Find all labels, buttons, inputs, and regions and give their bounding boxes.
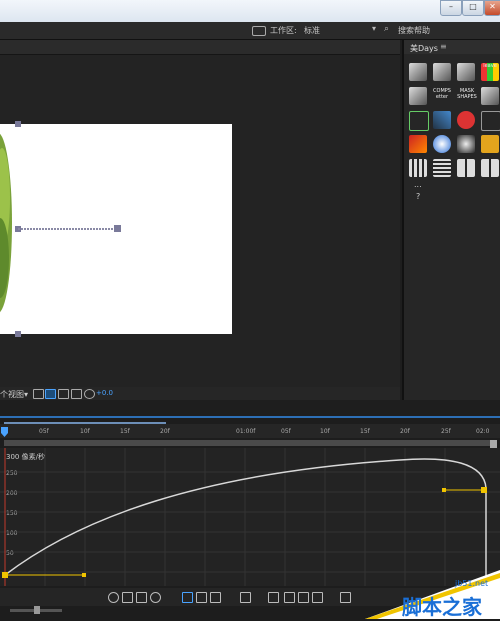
maximize-button[interactable]: □ bbox=[462, 0, 484, 16]
graph-gridlines bbox=[0, 448, 500, 586]
panel-menu-icon[interactable]: ≡ bbox=[440, 42, 447, 51]
minimize-button[interactable]: – bbox=[440, 0, 462, 16]
tool-diamond-icon[interactable] bbox=[457, 63, 475, 81]
fit-selection-icon[interactable] bbox=[182, 592, 193, 603]
zoom-icon[interactable] bbox=[210, 592, 221, 603]
tool-diamond-icon[interactable] bbox=[481, 87, 499, 105]
bezier-handle[interactable] bbox=[442, 488, 446, 492]
workspace-select[interactable]: 标准 bbox=[304, 25, 320, 36]
transform-handle[interactable] bbox=[15, 121, 21, 127]
layer-overlay bbox=[0, 121, 121, 337]
text-tool-icon[interactable] bbox=[481, 111, 500, 131]
panel-tab-label: 美Days bbox=[410, 44, 438, 53]
snap-icon[interactable] bbox=[150, 592, 161, 603]
comps-tool-label[interactable]: COMPS etter bbox=[430, 88, 454, 100]
ruler-tick-label: 20f bbox=[160, 428, 170, 435]
grid-tool-icon[interactable] bbox=[481, 159, 499, 177]
maximize-icon: □ bbox=[469, 2, 477, 11]
more-tools-label[interactable]: ... bbox=[414, 180, 422, 189]
grid-toggle-icon[interactable] bbox=[45, 389, 56, 399]
keyframe-marker[interactable] bbox=[2, 572, 8, 578]
show-snapshot-icon[interactable] bbox=[71, 389, 82, 399]
close-icon: ✕ bbox=[489, 2, 496, 11]
ruler-tick-label: 10f bbox=[320, 428, 330, 435]
mask-shapes-tool-label[interactable]: MASK SHAPES bbox=[455, 88, 479, 100]
linear-keyframe-icon[interactable] bbox=[298, 592, 309, 603]
folder-tool-icon[interactable] bbox=[481, 135, 499, 153]
color-tool-icon[interactable] bbox=[409, 135, 427, 153]
spin-tool-icon[interactable] bbox=[457, 111, 475, 129]
easy-ease-icon[interactable] bbox=[340, 592, 351, 603]
rows-tool-icon[interactable] bbox=[433, 159, 451, 177]
anchor-point-handle[interactable] bbox=[114, 225, 121, 232]
work-area-range[interactable] bbox=[4, 440, 490, 446]
ruler-tick-label: 05f bbox=[281, 428, 291, 435]
tool-diamond-icon[interactable] bbox=[409, 87, 427, 105]
minimize-icon: – bbox=[449, 2, 453, 11]
tool-diamond-icon[interactable] bbox=[433, 63, 451, 81]
gradient-tool-icon[interactable] bbox=[433, 111, 451, 129]
transform-handle[interactable] bbox=[15, 331, 21, 337]
particle-tool-icon[interactable] bbox=[457, 135, 475, 153]
separate-dimensions-icon[interactable] bbox=[240, 592, 251, 603]
composition-tabstrip bbox=[0, 40, 400, 55]
ruler-tick-label: 01:00f bbox=[236, 428, 256, 435]
columns-tool-icon[interactable] bbox=[409, 159, 427, 177]
split-tool-icon[interactable] bbox=[457, 159, 475, 177]
work-area-end-handle[interactable] bbox=[490, 440, 497, 448]
tree-layer[interactable] bbox=[0, 133, 12, 313]
graph-type-icon[interactable] bbox=[122, 592, 133, 603]
show-properties-icon[interactable] bbox=[136, 592, 147, 603]
ruler-tick-label: 15f bbox=[120, 428, 130, 435]
workspace-icon[interactable] bbox=[252, 26, 266, 36]
ruler-tick-label: 20f bbox=[400, 428, 410, 435]
exposure-readout[interactable]: +0.0 bbox=[96, 389, 113, 397]
close-button[interactable]: ✕ bbox=[484, 0, 500, 16]
snapshot-icon[interactable] bbox=[58, 389, 69, 399]
search-icon: ⌕ bbox=[384, 24, 390, 34]
ruler-tick-label: 25f bbox=[441, 428, 451, 435]
tool-diamond-icon[interactable] bbox=[409, 63, 427, 81]
eye-icon[interactable] bbox=[108, 592, 119, 603]
color-channel-icon[interactable] bbox=[84, 389, 95, 399]
bezier-handle[interactable] bbox=[82, 573, 86, 577]
ruler-tick-label: 05f bbox=[39, 428, 49, 435]
view-layout-select[interactable]: 个视图▾ bbox=[0, 389, 28, 400]
zoom-slider-thumb[interactable] bbox=[34, 606, 40, 614]
leave-tool-label: leave bbox=[483, 63, 497, 69]
help-search-input[interactable]: 搜索帮助 bbox=[398, 25, 430, 36]
window-titlebar bbox=[0, 0, 500, 22]
chevron-down-icon[interactable]: ▾ bbox=[372, 24, 376, 33]
hold-keyframe-icon[interactable] bbox=[284, 592, 295, 603]
edit-keyframe-icon[interactable] bbox=[268, 592, 279, 603]
workspace-label: 工作区: bbox=[270, 26, 297, 35]
camera-icon[interactable] bbox=[33, 389, 44, 399]
keyframe-marker[interactable] bbox=[481, 487, 487, 493]
fit-all-icon[interactable] bbox=[196, 592, 207, 603]
help-icon[interactable]: ? bbox=[416, 192, 420, 201]
watermark-url: jb51.net bbox=[455, 579, 489, 588]
speed-graph[interactable] bbox=[0, 448, 500, 586]
ruler-tick-label: 10f bbox=[80, 428, 90, 435]
auto-bezier-icon[interactable] bbox=[312, 592, 323, 603]
ruler-tick-label: 02:0 bbox=[476, 428, 490, 435]
scissors-icon[interactable] bbox=[409, 111, 429, 131]
sphere-tool-icon[interactable] bbox=[433, 135, 451, 153]
watermark-text: 脚本之家 bbox=[402, 595, 482, 619]
ruler-tick-label: 15f bbox=[360, 428, 370, 435]
